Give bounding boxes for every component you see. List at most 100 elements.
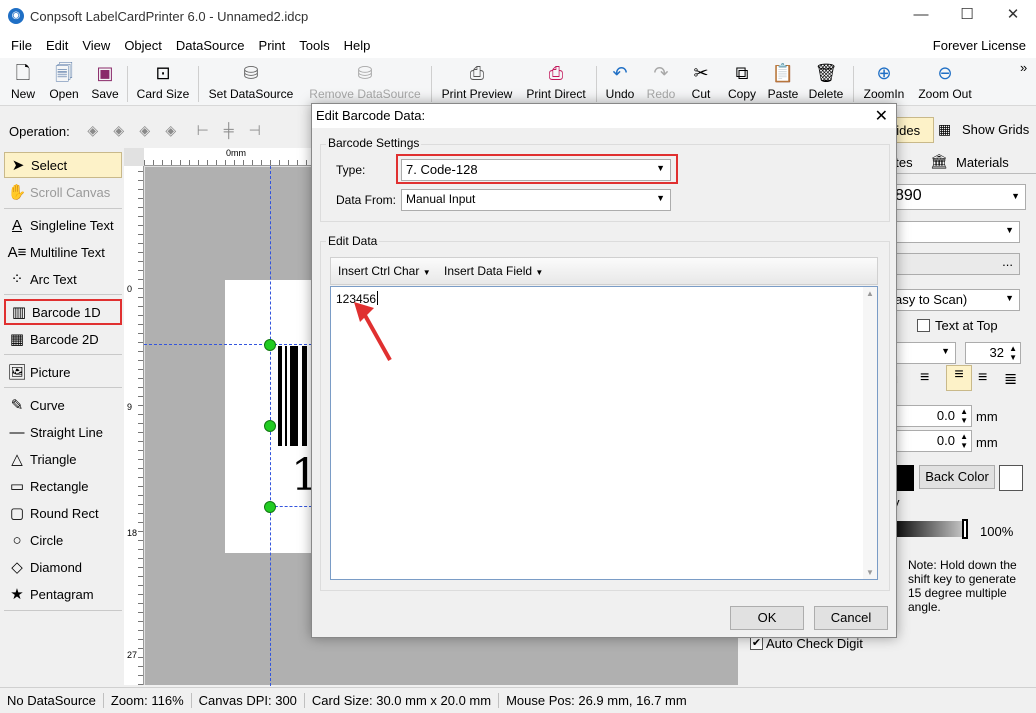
menu-object[interactable]: Object xyxy=(117,38,169,53)
tool-barcode-1d[interactable]: ▥ Barcode 1D xyxy=(4,299,122,325)
align-left-icon[interactable]: ⊢ xyxy=(192,122,214,140)
tab-materials[interactable]: Materials xyxy=(956,155,1009,170)
font-size-spinner[interactable]: 32 ▲ ▼ xyxy=(965,342,1021,364)
tool-rectangle[interactable]: ▭ Rectangle xyxy=(4,473,122,499)
set-datasource-button[interactable]: ⛁ Set DataSource xyxy=(205,62,297,106)
toolbar-overflow-button[interactable]: » xyxy=(1020,60,1027,75)
back-color-button[interactable]: Back Color xyxy=(919,465,995,489)
show-grids-toggle[interactable]: Show Grids xyxy=(962,122,1029,137)
resize-handle[interactable] xyxy=(264,339,276,351)
scan-option-combo[interactable]: asy to Scan) ▼ xyxy=(890,289,1020,311)
tool-arc-text[interactable]: ⁘ Arc Text xyxy=(4,266,122,292)
tool-triangle[interactable]: △ Triangle xyxy=(4,446,122,472)
send-back-icon[interactable]: ◈ xyxy=(160,122,182,140)
tool-round-rect[interactable]: ▢ Round Rect xyxy=(4,500,122,526)
menu-view[interactable]: View xyxy=(75,38,117,53)
justify-text-icon[interactable]: ≣ xyxy=(1004,369,1017,389)
auto-check-digit-checkbox[interactable]: ✔ xyxy=(750,637,763,650)
save-button[interactable]: ▣ Save xyxy=(88,62,122,106)
font-combo[interactable]: ▼ xyxy=(890,342,956,364)
undo-button[interactable]: ↶ Undo xyxy=(602,62,638,106)
scroll-down-icon[interactable]: ▼ xyxy=(866,568,874,577)
align-right-icon[interactable]: ⊣ xyxy=(244,122,266,140)
align-center-text-icon[interactable]: ≡ xyxy=(946,365,972,391)
data-value-combo[interactable]: 890 ▼ xyxy=(890,184,1026,210)
delete-button[interactable]: 🗑 Delete xyxy=(806,62,846,106)
toolbar-separator xyxy=(431,66,432,102)
tool-singleline-text[interactable]: A Singleline Text xyxy=(4,212,122,238)
resize-handle[interactable] xyxy=(264,420,276,432)
tool-diamond[interactable]: ◇ Diamond xyxy=(4,554,122,580)
spin-arrows-icon[interactable]: ▲ ▼ xyxy=(1009,344,1017,362)
barcode-data-textarea[interactable]: 123456 ▲ ▼ xyxy=(330,286,878,580)
arc-text-icon: ⁘ xyxy=(10,271,24,288)
tool-straight-line[interactable]: — Straight Line xyxy=(4,419,122,445)
insert-ctrl-char-button[interactable]: Insert Ctrl Char ▼ xyxy=(338,264,431,278)
text-at-top-checkbox[interactable] xyxy=(917,319,930,332)
tool-select[interactable]: ➤ Select xyxy=(4,152,122,178)
spin-arrows-icon[interactable]: ▲ ▼ xyxy=(960,407,968,425)
menu-help[interactable]: Help xyxy=(337,38,378,53)
send-backward-icon[interactable]: ◈ xyxy=(134,122,156,140)
dropdown-arrow-icon: ▼ xyxy=(535,268,544,277)
back-color-swatch[interactable] xyxy=(999,465,1023,491)
encoding-combo[interactable]: ▼ xyxy=(890,221,1020,243)
menu-file[interactable]: File xyxy=(4,38,39,53)
tool-curve[interactable]: ✎ Curve xyxy=(4,392,122,418)
browse-button[interactable]: ... xyxy=(1002,254,1013,269)
align-center-icon[interactable]: ╪ xyxy=(218,122,240,140)
bring-front-icon[interactable]: ◈ xyxy=(82,122,104,140)
data-browse-field[interactable]: ... xyxy=(890,253,1020,275)
maximize-button[interactable]: ☐ xyxy=(944,0,990,32)
barcode-type-select[interactable]: 7. Code-128 ▼ xyxy=(401,159,671,181)
zoom-out-button[interactable]: ⊖ Zoom Out xyxy=(914,62,976,106)
paste-icon: 📋 xyxy=(771,63,795,83)
card-size-button[interactable]: ⊡ Card Size xyxy=(134,62,192,106)
minimize-button[interactable]: — xyxy=(898,0,944,32)
zoom-in-button[interactable]: ⊕ ZoomIn xyxy=(860,62,908,106)
copy-button[interactable]: ⧉ Copy xyxy=(724,62,760,106)
data-from-select[interactable]: Manual Input ▼ xyxy=(401,189,671,211)
resize-handle[interactable] xyxy=(264,501,276,513)
offset-x-spinner[interactable]: 0.0 ▲ ▼ xyxy=(890,405,972,427)
singleline-text-icon: A xyxy=(11,216,22,234)
bring-forward-icon[interactable]: ◈ xyxy=(108,122,130,140)
tool-barcode-2d[interactable]: ▦ Barcode 2D xyxy=(4,326,122,352)
status-datasource: No DataSource xyxy=(0,693,104,708)
menu-print[interactable]: Print xyxy=(252,38,293,53)
cancel-button[interactable]: Cancel xyxy=(814,606,888,630)
paste-button[interactable]: 📋 Paste xyxy=(764,62,802,106)
menu-tools[interactable]: Tools xyxy=(292,38,336,53)
close-window-button[interactable]: ✕ xyxy=(990,0,1036,32)
vertical-scrollbar[interactable]: ▲ ▼ xyxy=(863,287,877,579)
tool-circle[interactable]: ○ Circle xyxy=(4,527,122,553)
open-button[interactable]: 🗐 Open xyxy=(44,62,84,106)
offset-y-spinner[interactable]: 0.0 ▲ ▼ xyxy=(890,430,972,452)
operation-bar: Operation: ◈ ◈ ◈ ◈ ⊢ ╪ ⊣ xyxy=(0,117,312,145)
barcode-icon: ▥ xyxy=(11,304,27,321)
menu-edit[interactable]: Edit xyxy=(39,38,75,53)
tool-pentagram[interactable]: ★ Pentagram xyxy=(4,581,122,607)
scroll-up-icon[interactable]: ▲ xyxy=(866,289,874,298)
opacity-slider-thumb[interactable] xyxy=(962,519,968,539)
tool-scroll-canvas[interactable]: ✋ Scroll Canvas xyxy=(4,179,122,205)
menu-datasource[interactable]: DataSource xyxy=(169,38,252,53)
tool-picture[interactable]: 🖼 Picture xyxy=(4,359,122,385)
print-preview-button[interactable]: ⎙ Print Preview xyxy=(438,62,516,106)
redo-button[interactable]: ↷ Redo xyxy=(643,62,679,106)
remove-datasource-button[interactable]: ⛁ Remove DataSource xyxy=(304,62,426,106)
ok-button[interactable]: OK xyxy=(730,606,804,630)
insert-data-field-button[interactable]: Insert Data Field ▼ xyxy=(444,264,543,278)
align-left-text-icon[interactable]: ≡ xyxy=(920,369,929,387)
tool-multiline-text[interactable]: A≡ Multiline Text xyxy=(4,239,122,265)
opacity-slider[interactable] xyxy=(890,521,966,537)
new-button[interactable]: 🗋 New xyxy=(6,62,40,106)
align-right-text-icon[interactable]: ≡ xyxy=(978,369,987,387)
dialog-close-button[interactable]: ✕ xyxy=(875,106,888,126)
print-direct-button[interactable]: ⎙ Print Direct xyxy=(522,62,590,106)
cut-button[interactable]: ✂ Cut xyxy=(686,62,716,106)
toolbox-panel: ➤ Select ✋ Scroll Canvas A Singleline Text … xyxy=(0,148,124,688)
chevron-down-icon: ▼ xyxy=(941,346,950,356)
spin-arrows-icon[interactable]: ▲ ▼ xyxy=(960,432,968,450)
title-bar: ◉ Conpsoft LabelCardPrinter 6.0 - Unname… xyxy=(0,0,1036,32)
